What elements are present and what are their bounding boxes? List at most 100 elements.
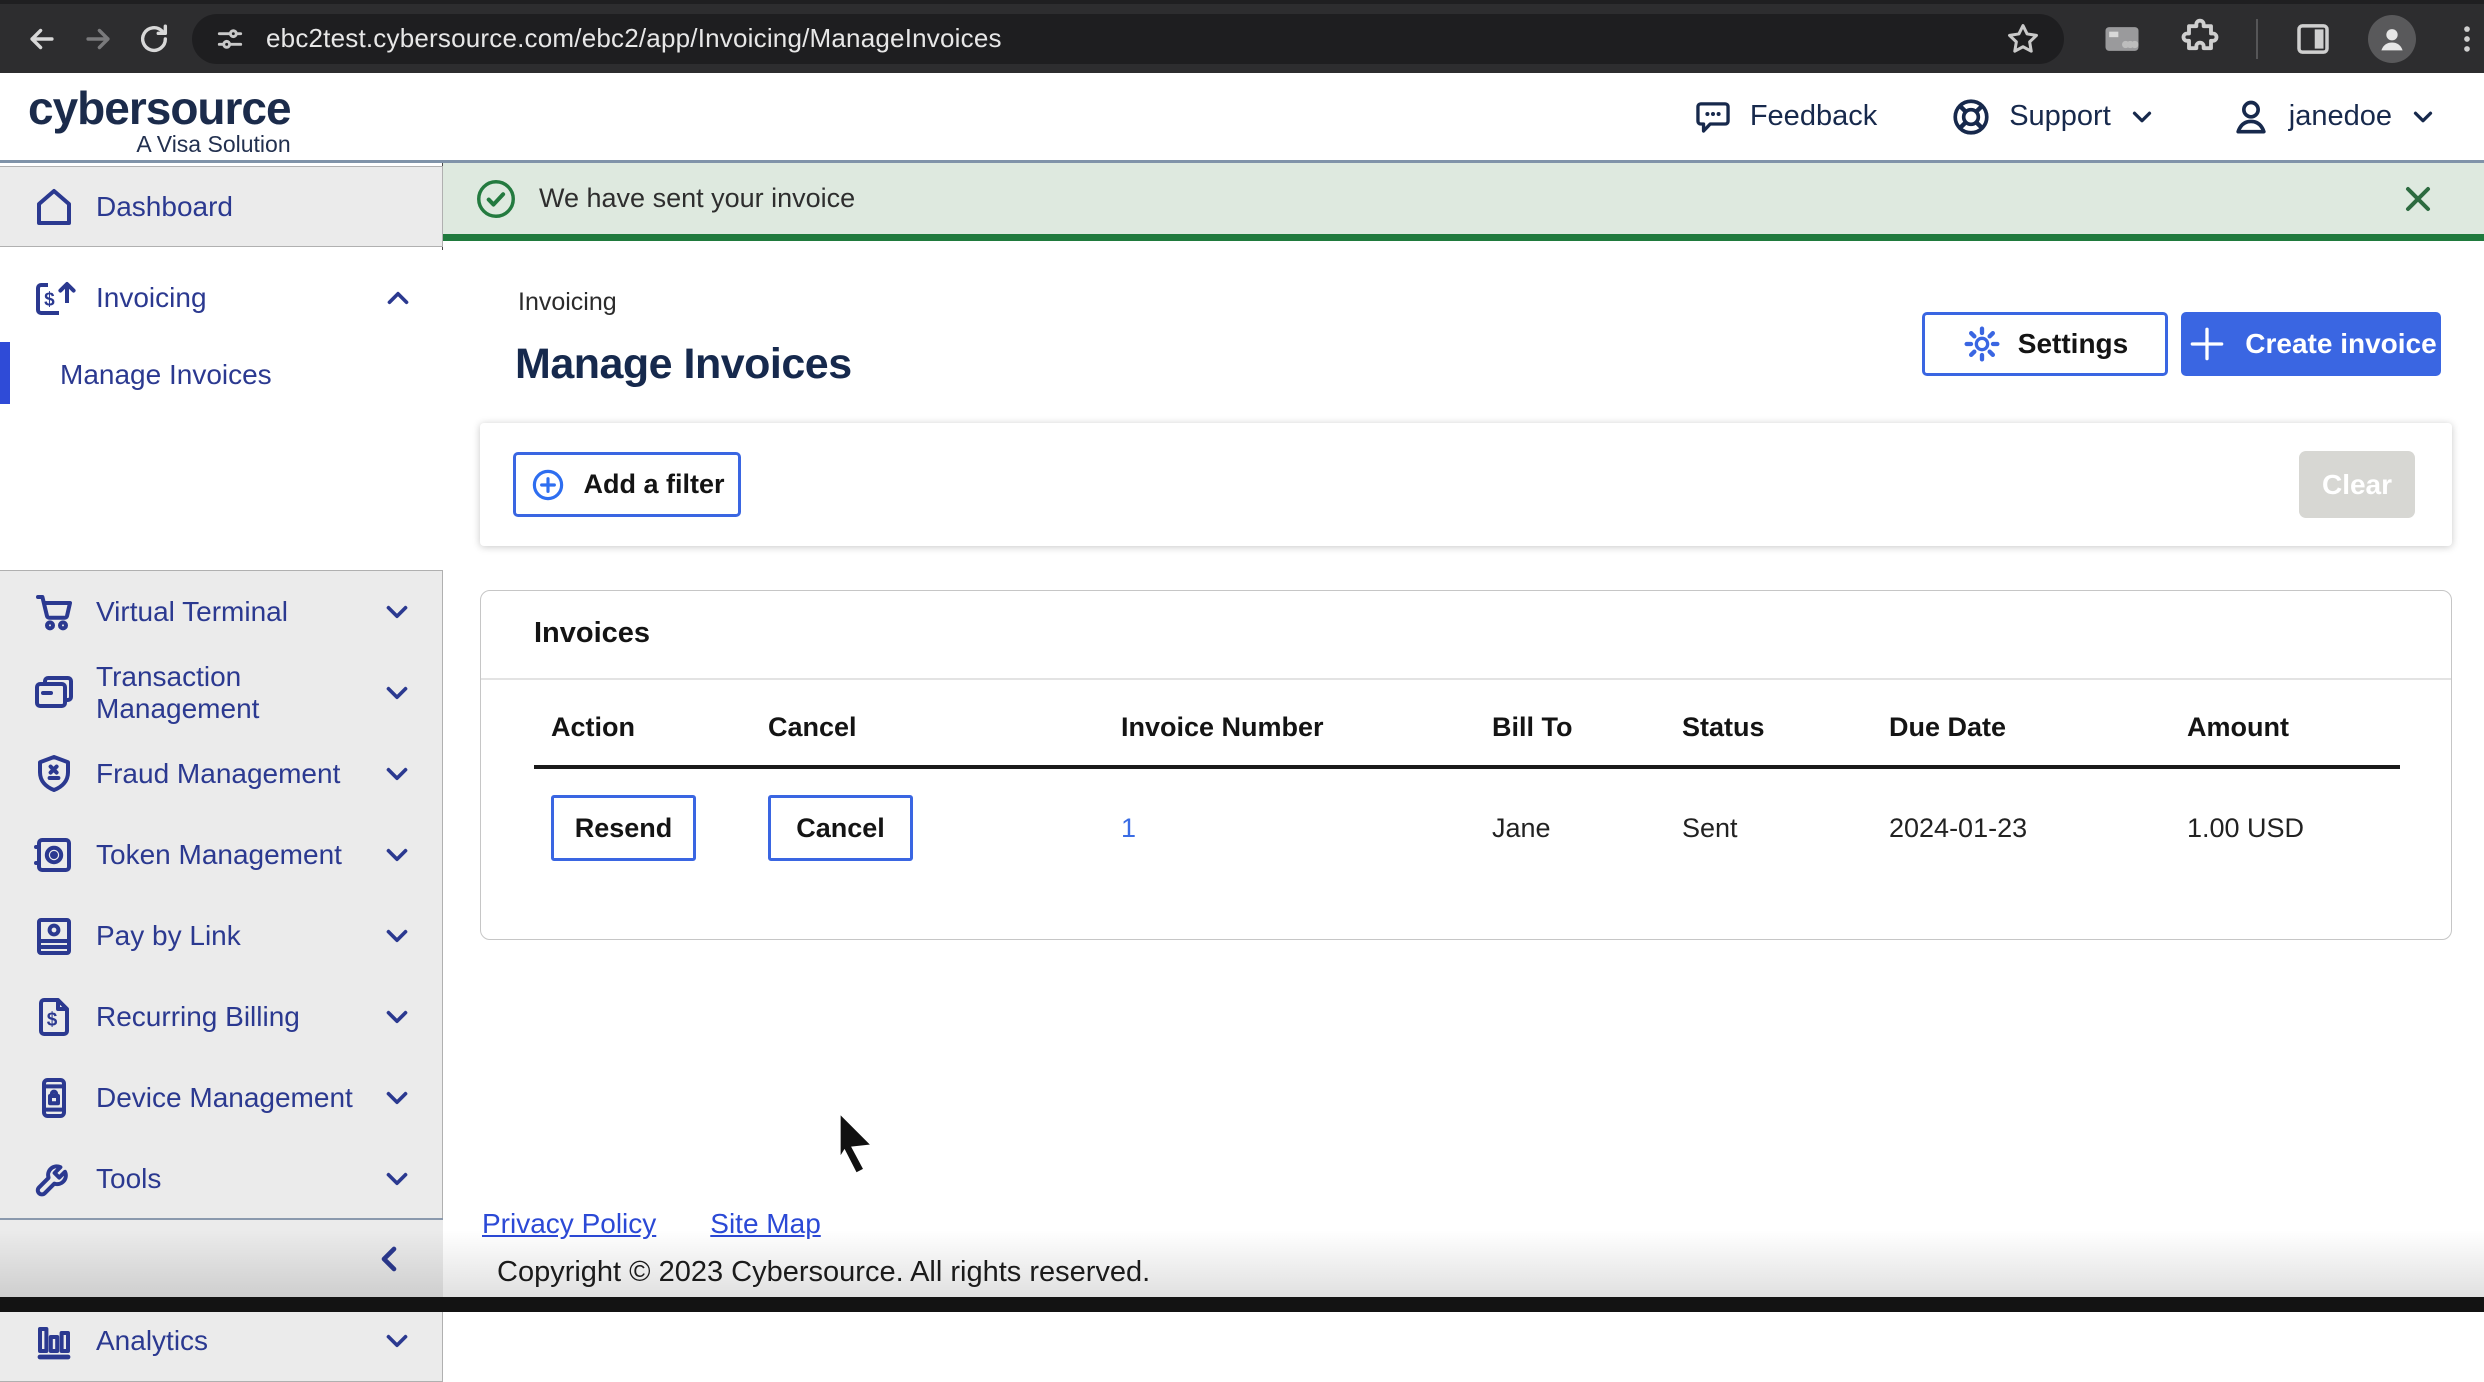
profile-person-icon (2375, 22, 2409, 56)
forward-arrow-icon (81, 22, 115, 56)
chevron-down-icon (380, 919, 414, 953)
logo-wordmark: cybersource (28, 81, 291, 135)
site-settings-icon[interactable] (214, 23, 246, 55)
resend-button[interactable]: Resend (551, 795, 696, 861)
cancel-button[interactable]: Cancel (768, 795, 913, 861)
browser-back-button[interactable] (14, 11, 70, 67)
due-date-cell: 2024-01-23 (1872, 767, 2170, 861)
address-bar[interactable] (192, 14, 2064, 64)
sidebar-item-invoicing[interactable]: $ Invoicing (0, 250, 443, 336)
table-header-row: Action Cancel Invoice Number Bill To Sta… (534, 702, 2400, 767)
amount-cell: 1.00 USD (2170, 767, 2400, 861)
page-title: Manage Invoices (515, 340, 852, 389)
breadcrumb: Invoicing (518, 288, 617, 317)
invoices-table: Action Cancel Invoice Number Bill To Sta… (534, 702, 2400, 861)
settings-label: Settings (2018, 328, 2128, 360)
chevron-down-icon (380, 595, 414, 629)
chevron-down-icon (380, 838, 414, 872)
invoices-card: Invoices Action Cancel Invoice Number Bi… (480, 590, 2452, 940)
wrench-icon (28, 1155, 80, 1203)
column-header-due-date: Due Date (1872, 702, 2170, 767)
success-banner: We have sent your invoice (443, 163, 2484, 241)
user-menu[interactable]: janedoe (2229, 95, 2438, 139)
chevron-down-icon (380, 1081, 414, 1115)
sidebar-item-token-management[interactable]: Token Management (0, 814, 442, 895)
plus-circle-icon (529, 466, 567, 504)
sidebar-item-tools[interactable]: Tools (0, 1138, 442, 1219)
filter-bar: Add a filter Clear (480, 423, 2452, 546)
payment-card-icon[interactable] (2100, 17, 2144, 61)
column-header-status: Status (1665, 702, 1872, 767)
sidebar-item-transaction-management[interactable]: Transaction Management (0, 652, 442, 733)
settings-button[interactable]: Settings (1922, 312, 2168, 376)
sidebar-item-virtual-terminal[interactable]: Virtual Terminal (0, 571, 442, 652)
support-label: Support (2009, 100, 2111, 133)
chevron-down-icon (380, 1000, 414, 1034)
device-lock-icon (28, 1074, 80, 1122)
active-indicator (0, 342, 10, 404)
column-header-cancel: Cancel (751, 702, 1104, 767)
side-panel-icon[interactable] (2292, 18, 2334, 60)
chevron-down-icon (2408, 102, 2438, 132)
add-filter-button[interactable]: Add a filter (513, 452, 741, 517)
bar-chart-icon (28, 1317, 80, 1365)
chevron-down-icon (380, 1162, 414, 1196)
toolbar-divider (2256, 19, 2258, 59)
footer: Privacy Policy Site Map (482, 1208, 821, 1240)
app-header: cybersource A Visa Solution Feedback Sup… (0, 73, 2484, 163)
feedback-chat-icon (1692, 96, 1734, 138)
browser-menu-dots-icon[interactable] (2450, 22, 2484, 56)
page-link-icon (28, 912, 80, 960)
billing-doc-icon: $ (28, 993, 80, 1041)
svg-text:$: $ (47, 1009, 58, 1030)
sidebar-item-manage-invoices[interactable]: Manage Invoices (0, 336, 443, 413)
success-check-icon (473, 176, 519, 222)
sidebar-item-fraud-management[interactable]: Fraud Management (0, 733, 442, 814)
site-map-link[interactable]: Site Map (710, 1208, 821, 1240)
column-header-bill-to: Bill To (1475, 702, 1665, 767)
clear-filters-button[interactable]: Clear (2299, 451, 2415, 518)
chevron-down-icon (380, 757, 414, 791)
invoice-icon: $ (28, 274, 80, 322)
browser-forward-button[interactable] (70, 11, 126, 67)
clear-label: Clear (2322, 469, 2392, 501)
sidebar-collapse-area (0, 1220, 443, 1297)
create-invoice-button[interactable]: Create invoice (2181, 312, 2441, 376)
support-menu[interactable]: Support (1949, 95, 2157, 139)
sidebar-item-device-management[interactable]: Device Management (0, 1057, 442, 1138)
extensions-puzzle-icon[interactable] (2178, 17, 2222, 61)
gear-icon (1962, 324, 2002, 364)
cards-icon (28, 669, 80, 717)
logo-tagline: A Visa Solution (28, 131, 291, 158)
browser-profile-avatar[interactable] (2368, 15, 2416, 63)
banner-close-icon[interactable] (2398, 179, 2438, 219)
invoice-number-link[interactable]: 1 (1121, 813, 1136, 843)
add-filter-label: Add a filter (583, 469, 724, 500)
browser-reload-button[interactable] (126, 11, 182, 67)
collapse-sidebar-icon[interactable] (369, 1239, 409, 1279)
table-row: Resend Cancel 1 Jane Sent 2024-01-23 1.0… (534, 767, 2400, 861)
url-input[interactable] (266, 23, 1866, 54)
banner-message: We have sent your invoice (539, 183, 855, 214)
main-content: Invoicing Manage Invoices Settings Creat… (443, 248, 2484, 1297)
bookmark-star-icon[interactable] (2004, 20, 2042, 58)
chevron-up-icon (381, 281, 415, 315)
sidebar-item-dashboard[interactable]: Dashboard (0, 166, 443, 247)
sidebar-item-recurring-billing[interactable]: $ Recurring Billing (0, 976, 442, 1057)
sidebar-item-analytics[interactable]: Analytics (0, 1300, 442, 1381)
column-header-action: Action (534, 702, 751, 767)
cart-icon (28, 588, 80, 636)
reload-icon (137, 22, 171, 56)
chevron-down-icon (380, 676, 414, 710)
user-person-icon (2229, 95, 2273, 139)
plus-icon (2185, 322, 2229, 366)
invoices-section-title: Invoices (534, 617, 2398, 650)
sidebar-nav: Dashboard $ Invoicing Manage Invoices Vi… (0, 163, 443, 1312)
window-bottom-edge (0, 1297, 2484, 1312)
status-cell: Sent (1665, 767, 1872, 861)
sidebar-item-pay-by-link[interactable]: Pay by Link (0, 895, 442, 976)
privacy-policy-link[interactable]: Privacy Policy (482, 1208, 656, 1240)
feedback-button[interactable]: Feedback (1692, 96, 1877, 138)
column-header-invoice-number: Invoice Number (1104, 702, 1475, 767)
chevron-down-icon (2127, 102, 2157, 132)
